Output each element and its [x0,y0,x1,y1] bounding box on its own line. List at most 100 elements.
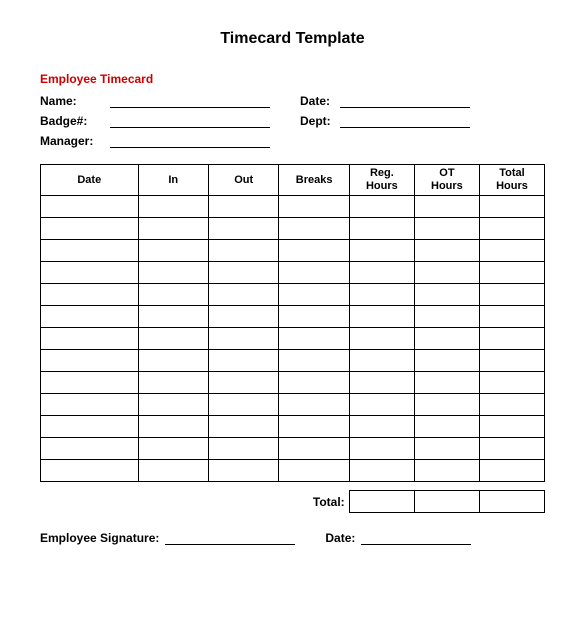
table-cell[interactable] [138,306,208,328]
table-cell[interactable] [414,328,479,350]
table-cell[interactable] [414,196,479,218]
table-cell[interactable] [349,284,414,306]
table-cell[interactable] [479,284,544,306]
table-cell[interactable] [138,328,208,350]
table-cell[interactable] [479,328,544,350]
table-cell[interactable] [479,262,544,284]
table-cell[interactable] [138,284,208,306]
table-cell[interactable] [138,350,208,372]
table-cell[interactable] [41,262,139,284]
table-cell[interactable] [208,306,278,328]
table-cell[interactable] [208,460,278,482]
manager-input[interactable] [110,134,270,148]
table-cell[interactable] [279,416,349,438]
table-cell[interactable] [138,262,208,284]
table-cell[interactable] [41,196,139,218]
table-cell[interactable] [208,262,278,284]
table-cell[interactable] [279,218,349,240]
table-cell[interactable] [479,372,544,394]
table-cell[interactable] [138,240,208,262]
table-cell[interactable] [349,394,414,416]
table-cell[interactable] [414,460,479,482]
table-cell[interactable] [41,460,139,482]
table-cell[interactable] [414,218,479,240]
table-cell[interactable] [349,460,414,482]
table-cell[interactable] [208,240,278,262]
table-cell[interactable] [349,438,414,460]
table-cell[interactable] [41,240,139,262]
table-cell[interactable] [41,284,139,306]
table-cell[interactable] [138,218,208,240]
table-cell[interactable] [279,306,349,328]
table-cell[interactable] [41,372,139,394]
signature-input[interactable] [165,531,295,545]
table-cell[interactable] [414,262,479,284]
table-cell[interactable] [414,416,479,438]
table-cell[interactable] [279,438,349,460]
table-cell[interactable] [208,218,278,240]
table-cell[interactable] [208,394,278,416]
table-cell[interactable] [208,350,278,372]
table-cell[interactable] [138,394,208,416]
table-cell[interactable] [279,328,349,350]
table-cell[interactable] [414,438,479,460]
table-cell[interactable] [349,218,414,240]
table-cell[interactable] [479,416,544,438]
table-cell[interactable] [208,372,278,394]
table-cell[interactable] [138,372,208,394]
table-cell[interactable] [479,240,544,262]
table-cell[interactable] [208,416,278,438]
table-cell[interactable] [279,284,349,306]
table-cell[interactable] [414,394,479,416]
table-cell[interactable] [479,438,544,460]
table-cell[interactable] [41,328,139,350]
table-cell[interactable] [41,438,139,460]
table-cell[interactable] [479,218,544,240]
table-cell[interactable] [41,416,139,438]
total-ot-value[interactable] [414,491,479,513]
table-cell[interactable] [279,240,349,262]
table-cell[interactable] [208,438,278,460]
table-cell[interactable] [479,460,544,482]
table-cell[interactable] [279,350,349,372]
table-cell[interactable] [279,196,349,218]
table-cell[interactable] [41,306,139,328]
table-cell[interactable] [279,372,349,394]
table-cell[interactable] [41,394,139,416]
table-cell[interactable] [208,284,278,306]
table-cell[interactable] [479,306,544,328]
table-cell[interactable] [349,416,414,438]
table-cell[interactable] [138,196,208,218]
table-cell[interactable] [414,306,479,328]
table-cell[interactable] [479,394,544,416]
table-cell[interactable] [479,350,544,372]
table-cell[interactable] [349,328,414,350]
table-cell[interactable] [349,262,414,284]
dept-input[interactable] [340,114,470,128]
table-cell[interactable] [349,196,414,218]
table-cell[interactable] [349,350,414,372]
total-hours-value[interactable] [479,491,544,513]
table-cell[interactable] [138,438,208,460]
table-cell[interactable] [138,416,208,438]
footer-date-input[interactable] [361,531,471,545]
table-cell[interactable] [414,350,479,372]
table-cell[interactable] [414,284,479,306]
table-cell[interactable] [279,460,349,482]
date-input[interactable] [340,94,470,108]
table-cell[interactable] [479,196,544,218]
table-cell[interactable] [138,460,208,482]
total-reg-value[interactable] [349,491,414,513]
badge-input[interactable] [110,114,270,128]
table-cell[interactable] [41,350,139,372]
table-cell[interactable] [41,218,139,240]
table-cell[interactable] [279,394,349,416]
name-input[interactable] [110,94,270,108]
table-cell[interactable] [349,372,414,394]
table-cell[interactable] [349,240,414,262]
table-cell[interactable] [349,306,414,328]
table-cell[interactable] [414,372,479,394]
table-cell[interactable] [208,196,278,218]
table-cell[interactable] [414,240,479,262]
table-cell[interactable] [208,328,278,350]
